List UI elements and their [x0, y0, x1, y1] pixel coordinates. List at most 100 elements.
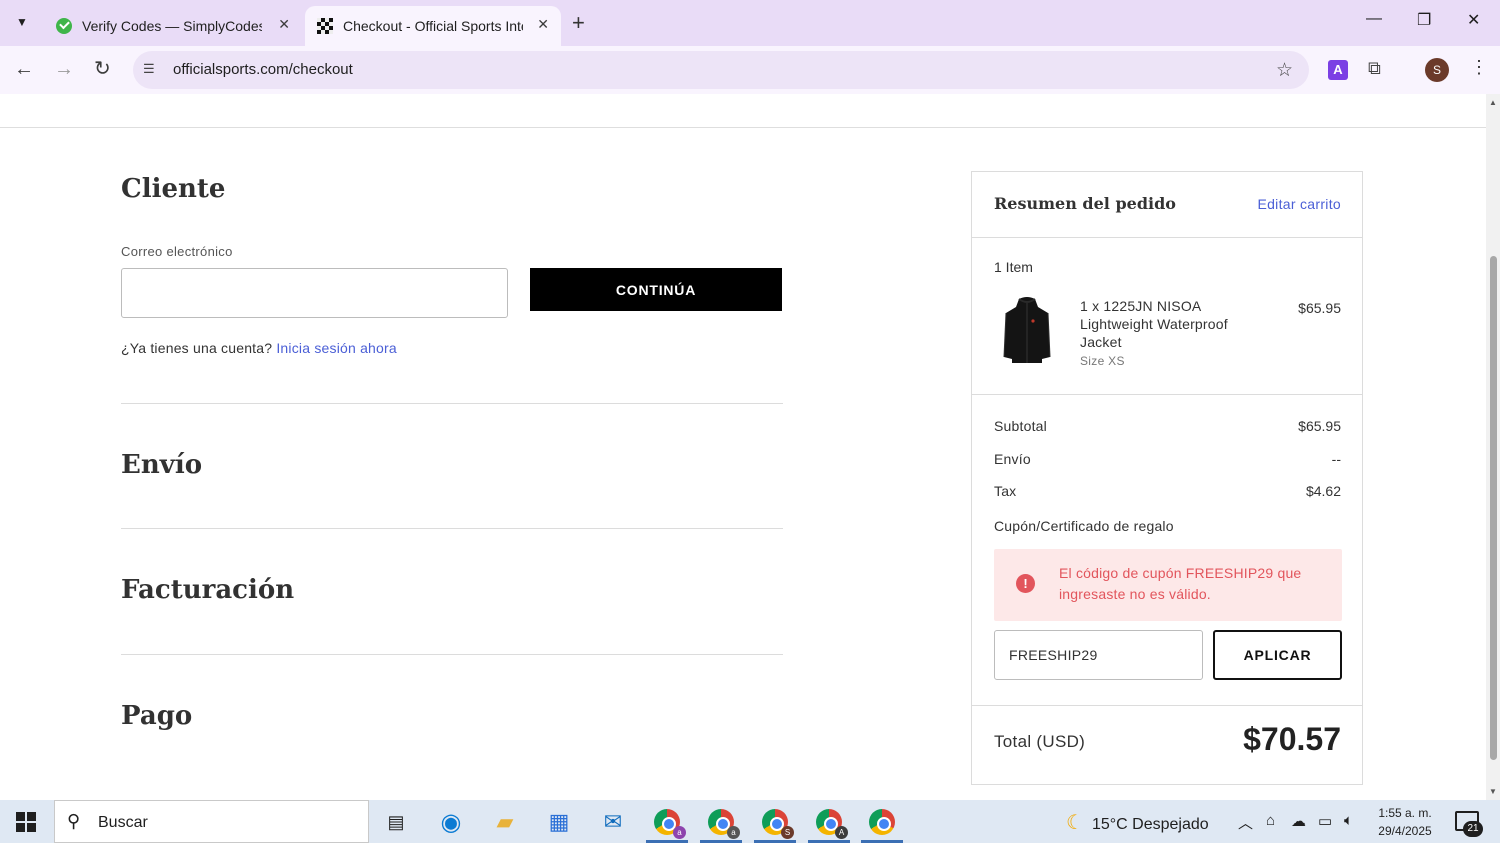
item-size: Size XS: [1080, 354, 1125, 368]
scrollbar-thumb[interactable]: [1490, 256, 1497, 760]
windows-start-icon[interactable]: [16, 812, 36, 832]
forward-icon[interactable]: →: [54, 58, 74, 80]
error-alert-icon: !: [1016, 574, 1035, 593]
chrome-logo-icon: [869, 809, 895, 835]
edit-cart-link[interactable]: Editar carrito: [1257, 196, 1341, 212]
chrome-icon[interactable]: a: [652, 807, 686, 839]
header-divider: [0, 127, 1486, 128]
weather-widget[interactable]: ☾ 15°C Despejado: [1066, 810, 1209, 835]
volume-icon[interactable]: 🔈︎: [1344, 812, 1353, 829]
shipping-value: --: [1331, 451, 1341, 467]
extension-a-icon[interactable]: A: [1328, 60, 1348, 80]
email-field[interactable]: [121, 268, 508, 318]
section-divider: [121, 403, 783, 404]
restore-icon[interactable]: ❐: [1417, 10, 1431, 30]
officialsports-favicon-icon: [317, 18, 333, 34]
coupon-label: Cupón/Certificado de regalo: [994, 518, 1174, 534]
item-price: $65.95: [1298, 300, 1341, 316]
shipping-heading: Envío: [121, 450, 203, 480]
account-question: ¿Ya tienes una cuenta?: [121, 340, 273, 356]
coupon-error-message: El código de cupón FREESHIP29 que ingres…: [1059, 565, 1302, 602]
network-icon[interactable]: ▭: [1318, 812, 1332, 830]
section-divider: [121, 528, 783, 529]
taskbar-search-box[interactable]: ⚲ Buscar: [54, 800, 369, 843]
file-explorer-icon[interactable]: ▰: [490, 807, 520, 837]
customer-heading: Cliente: [121, 174, 226, 204]
moon-icon: ☾: [1066, 812, 1084, 834]
browser-menu-icon[interactable]: ⋮: [1470, 57, 1488, 78]
microsoft-store-icon[interactable]: ▦: [544, 807, 574, 837]
chrome-icon[interactable]: [867, 807, 897, 837]
coupon-error-alert: ! El código de cupón FREESHIP29 que ingr…: [994, 549, 1342, 621]
system-clock[interactable]: 1:55 a. m. 29/4/2025: [1372, 804, 1438, 840]
simplycodes-favicon-icon: [56, 18, 72, 34]
onedrive-icon[interactable]: ☁: [1291, 812, 1306, 830]
tax-value: $4.62: [1305, 483, 1341, 499]
shipping-label: Envío: [994, 451, 1031, 467]
reload-icon[interactable]: ↻: [94, 58, 111, 80]
profile-avatar[interactable]: S: [1425, 58, 1449, 82]
clock-date: 29/4/2025: [1378, 824, 1432, 838]
tab-simplycodes[interactable]: Verify Codes — SimplyCodes ✕: [44, 6, 302, 46]
summary-header: Resumen del pedido Editar carrito: [972, 172, 1362, 238]
chrome-profile-badge: a: [673, 826, 686, 839]
chrome-icon[interactable]: S: [760, 807, 794, 839]
chrome-profile-badge: S: [781, 826, 794, 839]
total-value: $70.57: [1243, 721, 1341, 757]
outlook-icon[interactable]: ✉: [598, 807, 628, 837]
apply-coupon-button[interactable]: APLICAR: [1213, 630, 1342, 680]
chrome-profile-badge: A: [835, 826, 848, 839]
chrome-profile-badge: a: [727, 826, 740, 839]
notification-count-badge: 21: [1463, 821, 1483, 837]
jacket-thumbnail-image: [1003, 297, 1051, 363]
email-label: Correo electrónico: [121, 244, 233, 259]
scroll-down-icon[interactable]: ▼: [1489, 787, 1497, 796]
back-icon[interactable]: ←: [14, 58, 34, 80]
tax-label: Tax: [994, 483, 1017, 499]
scroll-up-icon[interactable]: ▲: [1489, 98, 1497, 107]
coupon-code-input[interactable]: [994, 630, 1203, 680]
continue-button[interactable]: CONTINÚA: [530, 268, 782, 311]
account-prompt: ¿Ya tienes una cuenta? Inicia sesión aho…: [121, 340, 397, 356]
meet-now-icon[interactable]: ⌂: [1266, 812, 1275, 829]
summary-divider: [972, 705, 1362, 706]
checkout-page: Cliente Correo electrónico CONTINÚA ¿Ya …: [0, 94, 1486, 800]
tab-title: Verify Codes — SimplyCodes: [82, 18, 262, 34]
address-bar[interactable]: ☰ officialsports.com/checkout ☆: [133, 51, 1309, 89]
close-tab-icon[interactable]: ✕: [537, 16, 549, 33]
order-summary: Resumen del pedido Editar carrito 1 Item…: [971, 171, 1363, 785]
browser-toolbar: ← → ↻ ☰ officialsports.com/checkout ☆ A …: [0, 46, 1500, 94]
site-info-icon[interactable]: ☰: [143, 61, 161, 79]
items-count: 1 Item: [994, 259, 1033, 275]
tab-title: Checkout - Official Sports Intern: [343, 18, 523, 34]
windows-taskbar: ⚲ Buscar ▤ ◉ ▰ ▦ ✉ a a S A ☾ 15°C Despeja…: [0, 800, 1500, 843]
item-name: 1 x 1225JN NISOA Lightweight Waterproof …: [1080, 298, 1228, 350]
signin-link[interactable]: Inicia sesión ahora: [276, 340, 397, 356]
tab-strip: ▼ Verify Codes — SimplyCodes ✕ Checkout …: [0, 0, 1500, 46]
tab-search-chevron-icon[interactable]: ▼: [8, 8, 36, 36]
task-view-icon[interactable]: ▤: [381, 807, 411, 837]
total-label: Total (USD): [994, 732, 1086, 751]
search-icon: ⚲: [67, 811, 81, 831]
url-text[interactable]: officialsports.com/checkout: [173, 61, 353, 78]
minimize-icon[interactable]: —: [1366, 10, 1382, 28]
chrome-icon[interactable]: a: [706, 807, 740, 839]
bookmark-star-icon[interactable]: ☆: [1276, 59, 1293, 82]
summary-title: Resumen del pedido: [994, 194, 1176, 213]
clock-time: 1:55 a. m.: [1378, 806, 1432, 820]
chrome-icon[interactable]: A: [814, 807, 848, 839]
close-window-icon[interactable]: ✕: [1467, 10, 1480, 30]
weather-text: 15°C Despejado: [1091, 816, 1209, 833]
extensions-puzzle-icon[interactable]: ⧉: [1368, 58, 1381, 79]
subtotal-value: $65.95: [1298, 418, 1341, 434]
section-divider: [121, 654, 783, 655]
edge-browser-icon[interactable]: ◉: [436, 807, 466, 837]
close-tab-icon[interactable]: ✕: [278, 16, 290, 33]
subtotal-label: Subtotal: [994, 418, 1047, 434]
chevron-up-icon[interactable]: ︿: [1238, 812, 1253, 833]
tab-checkout[interactable]: Checkout - Official Sports Intern ✕: [305, 6, 561, 46]
page-scrollbar[interactable]: ▲ ▼: [1486, 94, 1500, 800]
payment-heading: Pago: [121, 701, 193, 731]
taskbar-search-placeholder: Buscar: [98, 814, 148, 831]
new-tab-icon[interactable]: +: [572, 10, 585, 36]
